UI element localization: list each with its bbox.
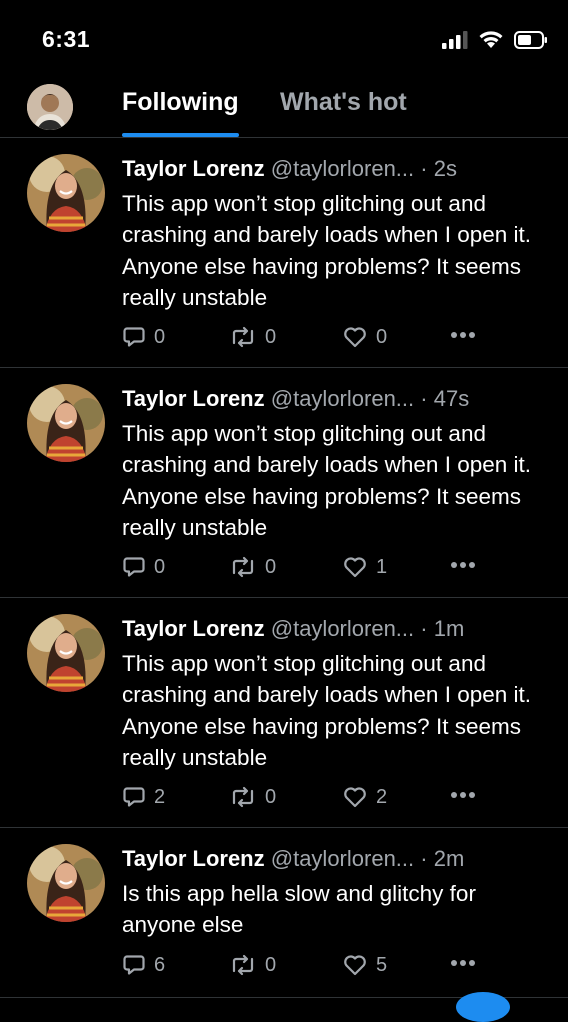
separator: · [420, 386, 428, 411]
separator: · [420, 616, 428, 641]
author-avatar[interactable] [27, 844, 105, 922]
like-button[interactable]: 1 [342, 555, 387, 579]
like-count: 1 [376, 555, 388, 578]
like-button[interactable]: 5 [342, 953, 387, 977]
author-name[interactable]: Taylor Lorenz [122, 846, 265, 871]
repost-count: 0 [265, 785, 277, 808]
post-time: 47s [433, 386, 470, 411]
repost-icon [232, 954, 254, 976]
like-count: 2 [376, 785, 388, 808]
author-name[interactable]: Taylor Lorenz [122, 616, 265, 641]
tab-whats-hot[interactable]: What's hot [280, 88, 407, 136]
reply-count: 0 [154, 325, 166, 348]
repost-count: 0 [265, 325, 277, 348]
post-header: Taylor Lorenz @taylorloren... · 1m [122, 616, 552, 642]
reply-count: 2 [154, 785, 166, 808]
reply-button[interactable]: 6 [122, 953, 165, 977]
reply-count: 6 [154, 953, 166, 976]
post-item[interactable]: Taylor Lorenz @taylorloren... · 47s This… [0, 368, 568, 598]
reply-icon [123, 955, 145, 975]
status-icons [442, 30, 548, 54]
post-actions: 0 0 1 [122, 555, 542, 583]
reply-count: 0 [154, 555, 166, 578]
reply-button[interactable]: 0 [122, 555, 165, 579]
like-count: 5 [376, 953, 388, 976]
like-button[interactable]: 2 [342, 785, 387, 809]
post-item[interactable]: Taylor Lorenz @taylorloren... · 1m This … [0, 598, 568, 828]
like-button[interactable]: 0 [342, 325, 387, 349]
post-time: 2s [433, 156, 457, 181]
more-icon [451, 332, 475, 338]
more-options-button[interactable] [450, 561, 476, 569]
feed: Taylor Lorenz @taylorloren... · 2s This … [0, 138, 568, 998]
more-icon [451, 960, 475, 966]
more-icon [451, 792, 475, 798]
more-options-button[interactable] [450, 959, 476, 967]
more-options-button[interactable] [450, 331, 476, 339]
repost-count: 0 [265, 953, 277, 976]
author-name[interactable]: Taylor Lorenz [122, 156, 265, 181]
reply-icon [123, 557, 145, 577]
separator: · [420, 846, 428, 871]
author-avatar[interactable] [27, 384, 105, 462]
post-time: 1m [433, 616, 465, 641]
author-handle[interactable]: @taylorloren... [271, 386, 414, 411]
reply-icon [123, 787, 145, 807]
post-actions: 0 0 0 [122, 325, 542, 353]
repost-button[interactable]: 0 [229, 555, 276, 579]
profile-avatar[interactable] [27, 84, 73, 130]
tab-following-label: Following [122, 88, 239, 116]
repost-icon [232, 556, 254, 578]
reply-button[interactable]: 0 [122, 325, 165, 349]
post-actions: 6 0 5 [122, 953, 542, 981]
repost-icon [232, 326, 254, 348]
repost-icon [232, 786, 254, 808]
post-header: Taylor Lorenz @taylorloren... · 2s [122, 156, 552, 182]
heart-icon [344, 557, 366, 578]
feed-header: Following What's hot [0, 80, 568, 138]
compose-button[interactable] [456, 992, 510, 1022]
tab-whats-hot-label: What's hot [280, 88, 407, 116]
signal-icon [442, 30, 468, 54]
post-item[interactable]: Taylor Lorenz @taylorloren... · 2m Is th… [0, 828, 568, 998]
repost-button[interactable]: 0 [229, 953, 276, 977]
status-time: 6:31 [42, 26, 91, 52]
tab-following[interactable]: Following [122, 88, 239, 137]
post-item[interactable]: Taylor Lorenz @taylorloren... · 2s This … [0, 138, 568, 368]
battery-icon [514, 30, 548, 54]
author-avatar[interactable] [27, 154, 105, 232]
heart-icon [344, 787, 366, 808]
post-text: This app won’t stop glitching out and cr… [122, 191, 532, 310]
repost-count: 0 [265, 555, 277, 578]
repost-button[interactable]: 0 [229, 325, 276, 349]
separator: · [420, 156, 428, 181]
reply-icon [123, 327, 145, 347]
status-bar: 6:31 [0, 0, 568, 80]
heart-icon [344, 327, 366, 348]
author-handle[interactable]: @taylorloren... [271, 846, 414, 871]
active-tab-indicator [122, 133, 239, 137]
author-name[interactable]: Taylor Lorenz [122, 386, 265, 411]
post-actions: 2 0 2 [122, 785, 542, 813]
author-handle[interactable]: @taylorloren... [271, 156, 414, 181]
repost-button[interactable]: 0 [229, 785, 276, 809]
post-text: This app won’t stop glitching out and cr… [122, 651, 532, 770]
more-icon [451, 562, 475, 568]
heart-icon [344, 955, 366, 976]
more-options-button[interactable] [450, 791, 476, 799]
author-avatar[interactable] [27, 614, 105, 692]
post-text: Is this app hella slow and glitchy for a… [122, 881, 476, 938]
post-header: Taylor Lorenz @taylorloren... · 47s [122, 386, 552, 412]
wifi-icon [478, 30, 504, 54]
reply-button[interactable]: 2 [122, 785, 165, 809]
post-time: 2m [433, 846, 465, 871]
author-handle[interactable]: @taylorloren... [271, 616, 414, 641]
like-count: 0 [376, 325, 388, 348]
post-text: This app won’t stop glitching out and cr… [122, 421, 532, 540]
post-header: Taylor Lorenz @taylorloren... · 2m [122, 846, 552, 872]
